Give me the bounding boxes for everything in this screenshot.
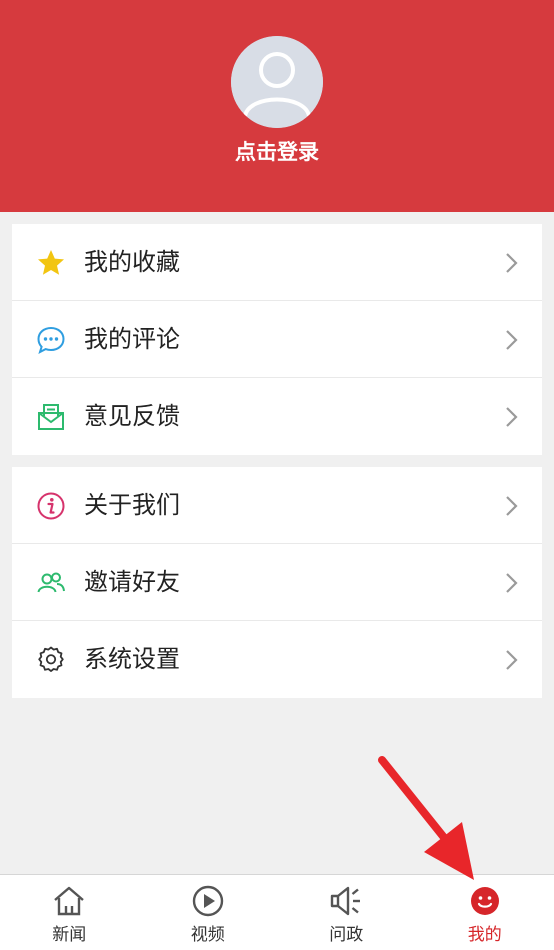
menu-item-label: 关于我们 xyxy=(84,491,180,519)
settings-icon xyxy=(38,646,64,672)
megaphone-icon xyxy=(331,886,361,916)
chevron-right-icon xyxy=(506,253,518,273)
menu-item-label: 我的收藏 xyxy=(84,248,180,276)
menu-item-feedback[interactable]: 意见反馈 xyxy=(12,378,542,455)
profile-header: 点击登录 xyxy=(0,0,554,212)
chevron-right-icon xyxy=(506,407,518,427)
menu-item-about[interactable]: 关于我们 xyxy=(12,467,542,544)
chevron-right-icon xyxy=(506,496,518,516)
star-icon xyxy=(38,250,64,275)
menu-item-label: 我的评论 xyxy=(84,325,180,353)
menu-item-label: 邀请好友 xyxy=(84,568,180,596)
comment-icon xyxy=(37,326,65,354)
bottom-tab-bar: 新闻 视频 问政 我的 xyxy=(0,874,554,950)
menu-item-label: 意见反馈 xyxy=(84,402,180,430)
menu-group-1: 我的收藏 我的评论 意见反馈 xyxy=(12,224,542,455)
friends-icon xyxy=(37,572,65,593)
play-icon xyxy=(192,885,223,917)
tab-label: 新闻 xyxy=(52,925,87,945)
tab-mine[interactable]: 我的 xyxy=(416,875,554,950)
chevron-right-icon xyxy=(506,573,518,593)
menu-group-2: 关于我们 邀请好友 系统设置 xyxy=(12,467,542,698)
tab-label: 我的 xyxy=(467,925,502,945)
feedback-icon xyxy=(38,404,64,430)
home-icon xyxy=(54,886,85,916)
menu-item-comments[interactable]: 我的评论 xyxy=(12,301,542,378)
tab-label: 问政 xyxy=(329,925,364,945)
tab-video[interactable]: 视频 xyxy=(139,875,278,950)
info-icon xyxy=(37,492,65,520)
avatar[interactable] xyxy=(231,36,323,128)
tab-news[interactable]: 新闻 xyxy=(0,875,139,950)
login-button[interactable]: 点击登录 xyxy=(0,136,554,168)
tab-politics[interactable]: 问政 xyxy=(277,875,416,950)
menu-item-settings[interactable]: 系统设置 xyxy=(12,621,542,698)
menu-item-label: 系统设置 xyxy=(84,645,180,673)
menu-item-invite[interactable]: 邀请好友 xyxy=(12,544,542,621)
menu-item-favorites[interactable]: 我的收藏 xyxy=(12,224,542,301)
chevron-right-icon xyxy=(506,330,518,350)
tab-label: 视频 xyxy=(190,925,225,945)
smiley-icon xyxy=(470,887,499,915)
user-avatar-icon xyxy=(231,36,323,128)
chevron-right-icon xyxy=(506,650,518,670)
